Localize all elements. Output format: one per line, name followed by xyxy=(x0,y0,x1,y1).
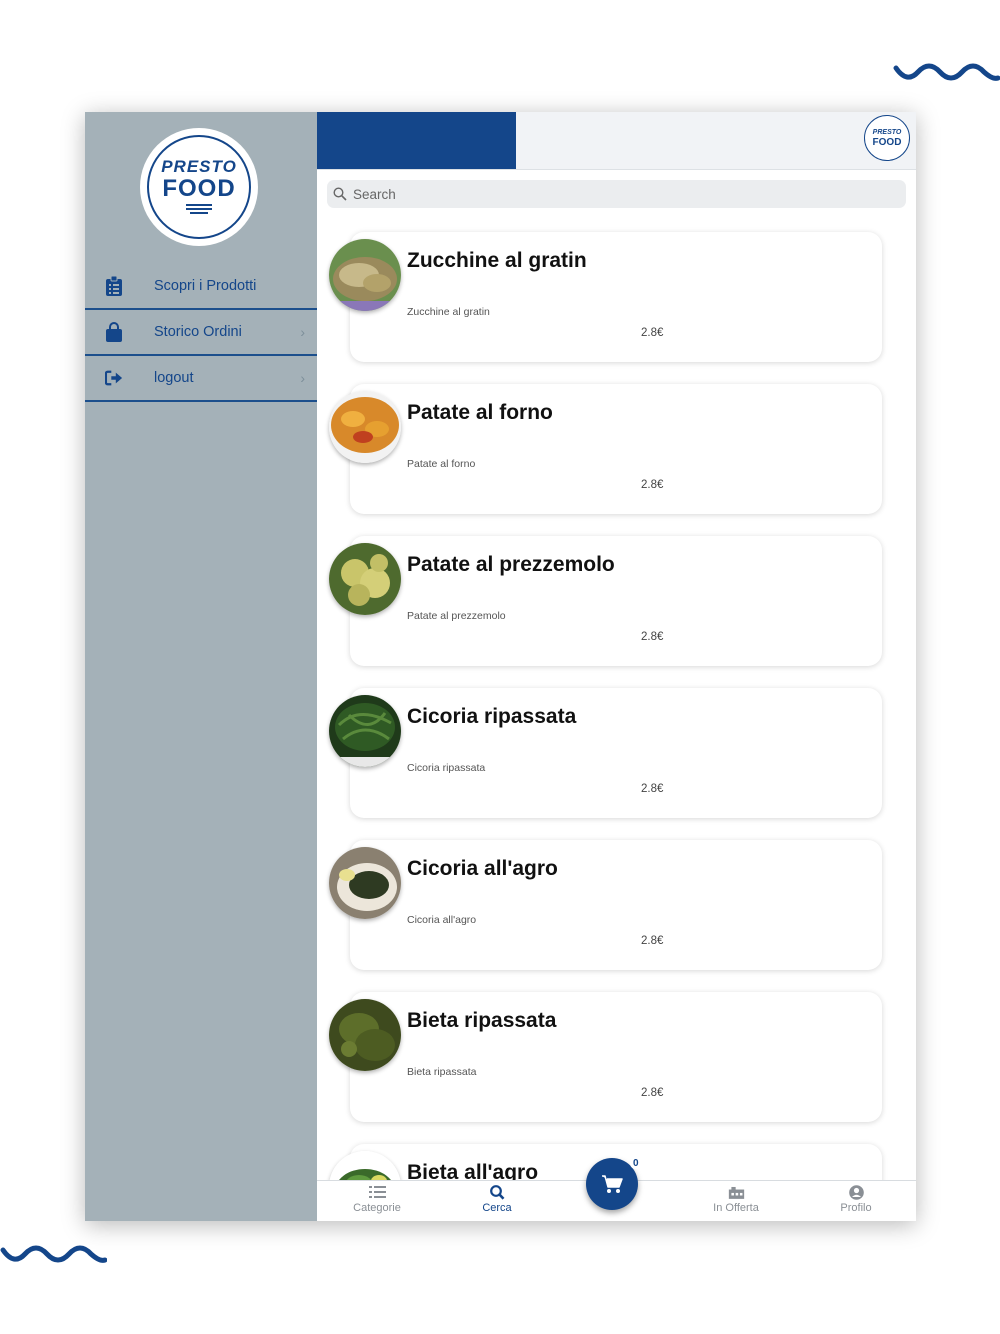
sidebar-item-label: Storico Ordini xyxy=(154,324,242,340)
product-description: Zucchine al gratin xyxy=(407,306,490,318)
search-bar[interactable] xyxy=(327,180,906,208)
product-card[interactable]: Bieta ripassata Bieta ripassata 2.8€ xyxy=(350,992,882,1122)
wave-decoration-bottom-left xyxy=(0,1245,107,1263)
logo-text-food: FOOD xyxy=(872,136,902,148)
search-input[interactable] xyxy=(351,185,895,203)
product-price: 2.8€ xyxy=(641,327,664,339)
chevron-right-icon: › xyxy=(300,324,305,340)
cutlery-icon xyxy=(186,204,212,214)
top-bar-accent xyxy=(317,112,516,169)
app-logo: PRESTO FOOD xyxy=(140,128,258,246)
sidebar-item-label: Scopri i Prodotti xyxy=(154,278,257,294)
user-circle-icon xyxy=(848,1185,864,1200)
product-description: Patate al prezzemolo xyxy=(407,610,506,622)
wave-decoration-top-right xyxy=(893,63,1000,81)
product-image xyxy=(329,239,401,311)
sidebar-item-label: logout xyxy=(154,370,194,386)
product-image xyxy=(329,391,401,463)
tab-categorie[interactable]: Categorie xyxy=(332,1181,422,1221)
product-card[interactable]: Zucchine al gratin Zucchine al gratin 2.… xyxy=(350,232,882,362)
product-price: 2.8€ xyxy=(641,935,664,947)
logo-text-presto: PRESTO xyxy=(872,128,902,136)
product-image xyxy=(329,695,401,767)
tab-label: Cerca xyxy=(482,1202,512,1214)
tab-cerca[interactable]: Cerca xyxy=(452,1181,542,1221)
sidebar: PRESTO FOOD Scopri i Prodotti Storico Or… xyxy=(85,112,317,1221)
list-icon xyxy=(368,1186,386,1198)
product-image xyxy=(329,999,401,1071)
logo-text-food: FOOD xyxy=(162,175,236,202)
sidebar-item-scopri-prodotti[interactable]: Scopri i Prodotti xyxy=(85,264,317,310)
header-logo[interactable]: PRESTO FOOD xyxy=(864,115,910,161)
product-title: Zucchine al gratin xyxy=(407,249,587,272)
product-price: 2.8€ xyxy=(641,479,664,491)
cart-count-badge: 0 xyxy=(630,1158,642,1169)
product-title: Bieta ripassata xyxy=(407,1009,557,1032)
product-title: Cicoria ripassata xyxy=(407,705,577,728)
tab-label: Categorie xyxy=(353,1202,401,1214)
product-image xyxy=(329,543,401,615)
product-title: Patate al forno xyxy=(407,401,553,424)
product-description: Cicoria all'agro xyxy=(407,914,477,926)
product-card[interactable]: Patate al forno Patate al forno 2.8€ xyxy=(350,384,882,514)
product-description: Bieta ripassata xyxy=(407,1066,477,1078)
product-price: 2.8€ xyxy=(641,1087,664,1099)
product-card[interactable]: Cicoria all'agro Cicoria all'agro 2.8€ xyxy=(350,840,882,970)
shopping-cart-icon xyxy=(602,1175,623,1193)
product-description: Patate al forno xyxy=(407,458,476,470)
sidebar-item-logout[interactable]: logout › xyxy=(85,356,317,402)
tab-profilo[interactable]: Profilo xyxy=(811,1181,901,1221)
search-icon xyxy=(333,187,347,201)
tablet-frame: PRESTO FOOD Scopri i Prodotti Storico Or… xyxy=(85,112,916,1221)
product-card[interactable]: Cicoria ripassata Cicoria ripassata 2.8€ xyxy=(350,688,882,818)
tab-in-offerta[interactable]: In Offerta xyxy=(691,1181,781,1221)
sign-out-icon xyxy=(105,370,123,386)
product-image xyxy=(329,847,401,919)
sidebar-item-storico-ordini[interactable]: Storico Ordini › xyxy=(85,310,317,356)
product-card[interactable]: Patate al prezzemolo Patate al prezzemol… xyxy=(350,536,882,666)
clipboard-list-icon xyxy=(106,276,122,296)
shopping-bag-icon xyxy=(106,322,122,342)
main-content: PRESTO FOOD Zucchine al gratin Zucchine … xyxy=(317,112,916,1221)
tab-label: In Offerta xyxy=(713,1202,759,1214)
product-title: Bieta all'agro xyxy=(407,1161,539,1180)
store-icon xyxy=(728,1186,744,1199)
product-description: Cicoria ripassata xyxy=(407,762,486,774)
product-list[interactable]: Zucchine al gratin Zucchine al gratin 2.… xyxy=(317,222,916,1180)
sidebar-menu: Scopri i Prodotti Storico Ordini › logou… xyxy=(85,264,317,402)
chevron-right-icon: › xyxy=(300,370,305,386)
product-price: 2.8€ xyxy=(641,783,664,795)
top-bar: PRESTO FOOD xyxy=(317,112,916,170)
product-price: 2.8€ xyxy=(641,631,664,643)
logo-text-presto: PRESTO xyxy=(161,157,237,176)
search-icon xyxy=(489,1185,504,1200)
tab-label: Profilo xyxy=(840,1202,872,1214)
product-title: Cicoria all'agro xyxy=(407,857,558,880)
product-title: Patate al prezzemolo xyxy=(407,553,615,576)
